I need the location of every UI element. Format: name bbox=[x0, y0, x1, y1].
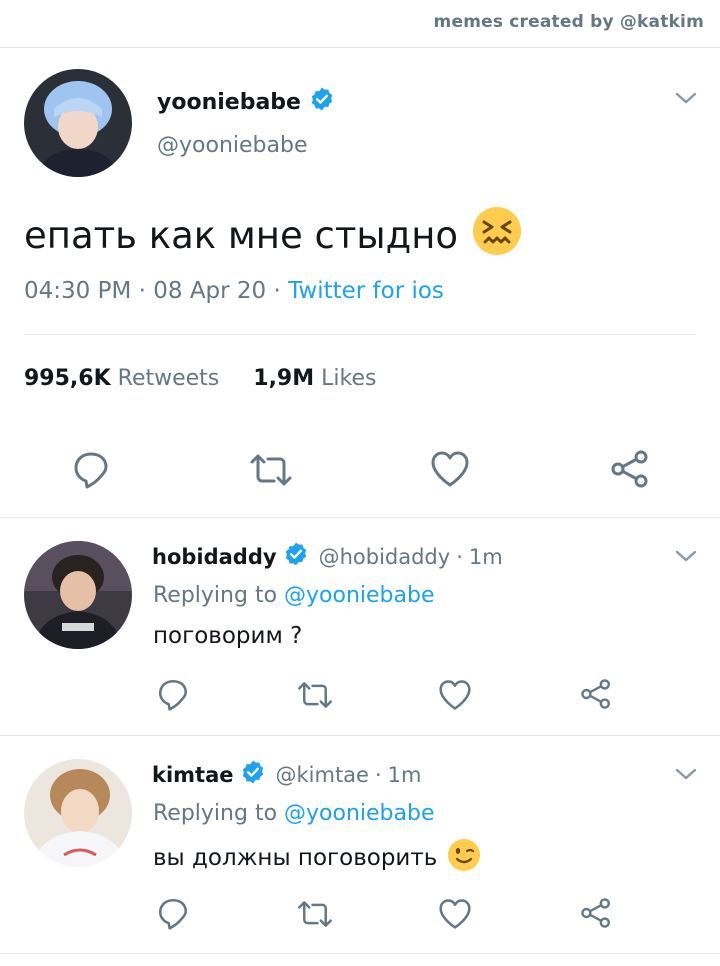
replying-to-mention[interactable]: @yooniebabe bbox=[284, 801, 434, 826]
author-handle[interactable]: @hobidaddy bbox=[319, 545, 451, 569]
share-icon[interactable] bbox=[579, 897, 613, 929]
like-icon[interactable] bbox=[430, 450, 470, 488]
replying-to-line: Replying to @yooniebabe bbox=[153, 583, 435, 608]
verified-badge-icon bbox=[309, 86, 335, 118]
tweet-meta: 04:30 PM · 08 Apr 20 · Twitter for ios bbox=[24, 278, 444, 304]
avatar[interactable] bbox=[24, 541, 132, 649]
share-icon[interactable] bbox=[609, 449, 651, 489]
verified-badge-icon bbox=[240, 759, 266, 790]
reply-author-row: kimtae @kimtae · 1m bbox=[152, 759, 422, 790]
author-handle[interactable]: @kimtae bbox=[276, 763, 369, 787]
author-name[interactable]: kimtae bbox=[152, 763, 234, 787]
reply-time[interactable]: 1m bbox=[388, 763, 422, 787]
tweet-source[interactable]: Twitter for ios bbox=[288, 278, 444, 304]
likes-count[interactable]: 1,9M bbox=[253, 366, 314, 391]
meta-separator: · bbox=[374, 762, 382, 787]
author-name[interactable]: hobidaddy bbox=[152, 545, 277, 569]
reply-author-row: hobidaddy @hobidaddy · 1m bbox=[152, 541, 503, 572]
reply-text: вы должны поговорить bbox=[153, 845, 438, 871]
chevron-down-icon[interactable] bbox=[674, 766, 698, 786]
retweet-icon[interactable] bbox=[296, 899, 334, 929]
verified-badge-icon bbox=[283, 541, 309, 572]
avatar[interactable] bbox=[24, 69, 132, 177]
author-handle[interactable]: @yooniebabe bbox=[157, 133, 307, 158]
reply-icon[interactable] bbox=[156, 677, 190, 711]
retweet-icon[interactable] bbox=[248, 452, 294, 488]
share-icon[interactable] bbox=[579, 678, 613, 710]
divider bbox=[24, 334, 696, 335]
reply-icon[interactable] bbox=[71, 449, 111, 489]
retweets-count[interactable]: 995,6K bbox=[24, 366, 111, 391]
credit-text: memes created by @katkim bbox=[433, 12, 704, 32]
replying-to-mention[interactable]: @yooniebabe bbox=[284, 583, 434, 608]
divider bbox=[0, 47, 720, 48]
like-icon[interactable] bbox=[438, 898, 472, 930]
replying-to-label: Replying to bbox=[153, 801, 278, 826]
chevron-down-icon[interactable] bbox=[674, 90, 698, 110]
avatar[interactable] bbox=[24, 759, 132, 867]
author-name[interactable]: yooniebabe bbox=[157, 90, 301, 115]
reply-icon[interactable] bbox=[156, 896, 190, 930]
tweet-time: 04:30 PM bbox=[24, 278, 132, 304]
tweet-date: 08 Apr 20 bbox=[153, 278, 267, 304]
meta-separator: · bbox=[273, 278, 289, 304]
like-icon[interactable] bbox=[438, 679, 472, 711]
divider bbox=[0, 953, 720, 954]
author-row: yooniebabe bbox=[157, 86, 335, 118]
replying-to-label: Replying to bbox=[153, 583, 278, 608]
meta-separator: · bbox=[138, 278, 154, 304]
tweet-text: епать как мне стыдно bbox=[24, 214, 459, 257]
reply-text-row: поговорим ? bbox=[153, 623, 302, 649]
retweets-label[interactable]: Retweets bbox=[118, 366, 220, 391]
divider bbox=[0, 735, 720, 736]
divider bbox=[0, 517, 720, 518]
tweet-stats: 995,6K Retweets 1,9M Likes bbox=[24, 366, 376, 391]
replying-to-line: Replying to @yooniebabe bbox=[153, 801, 435, 826]
reply-time[interactable]: 1m bbox=[469, 545, 503, 569]
meta-separator: · bbox=[456, 544, 463, 569]
retweet-icon[interactable] bbox=[296, 680, 334, 710]
likes-label[interactable]: Likes bbox=[321, 366, 376, 391]
reply-text-row: вы должны поговорить bbox=[153, 838, 481, 878]
reply-text: поговорим ? bbox=[153, 623, 303, 649]
tweet-text-row: епать как мне стыдно bbox=[24, 206, 522, 265]
winking-face-icon bbox=[447, 838, 481, 878]
chevron-down-icon[interactable] bbox=[674, 548, 698, 568]
confounded-face-icon bbox=[472, 206, 522, 265]
